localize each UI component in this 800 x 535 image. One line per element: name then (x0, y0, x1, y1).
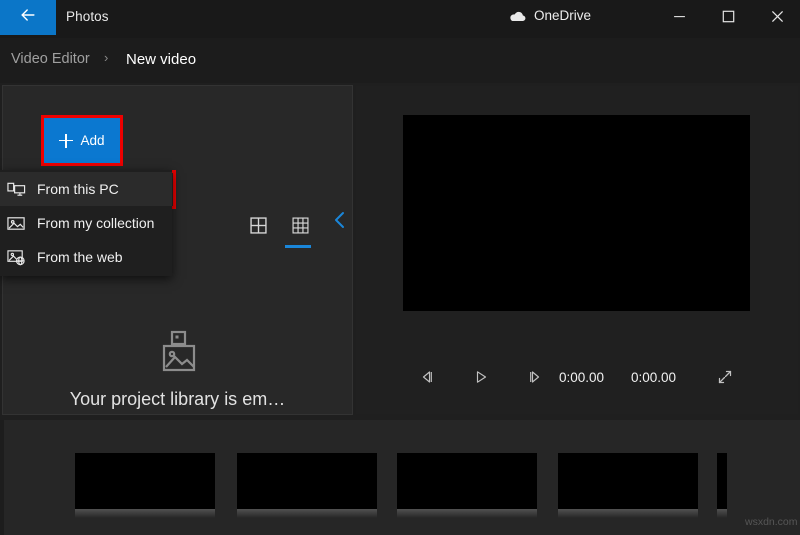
plus-icon (59, 134, 73, 148)
back-button[interactable] (0, 0, 56, 35)
breadcrumb-video-editor[interactable]: Video Editor (11, 51, 90, 67)
maximize-button[interactable] (705, 0, 751, 38)
breadcrumb-separator: › (104, 50, 108, 65)
menu-item-from-my-collection[interactable]: From my collection (0, 206, 172, 240)
menu-item-from-the-web[interactable]: From the web (0, 240, 172, 274)
storyboard-clip-shadow (75, 509, 215, 518)
storyboard-clip[interactable] (75, 453, 215, 509)
collapse-panel-button[interactable] (330, 210, 350, 234)
title-bar: Photos OneDrive (0, 0, 800, 38)
close-button[interactable] (754, 0, 800, 38)
maximize-icon (722, 10, 735, 28)
add-button[interactable]: Add (44, 118, 120, 163)
storyboard-clip[interactable] (558, 453, 698, 509)
next-frame-button[interactable] (520, 364, 550, 394)
storyboard-clip-shadow (397, 509, 537, 518)
minimize-icon (673, 10, 686, 28)
view-toggle-large-grid[interactable] (245, 215, 271, 241)
close-icon (771, 10, 784, 28)
menu-item-label: From my collection (37, 215, 154, 231)
video-preview-pane: 0:00.00 0:00.00 (356, 86, 798, 414)
play-icon (473, 369, 489, 390)
total-time-label: 0:00.00 (631, 370, 676, 385)
storyboard-timeline[interactable] (0, 420, 800, 535)
watermark: wsxdn.com (745, 516, 798, 528)
fullscreen-icon (717, 369, 733, 390)
storyboard-clip-shadow (558, 509, 698, 518)
storyboard-left-edge (0, 420, 4, 535)
add-button-label: Add (80, 133, 104, 148)
menu-item-label: From the web (37, 249, 123, 265)
menu-item-from-this-pc[interactable]: From this PC (0, 172, 172, 206)
arrow-left-icon (18, 5, 38, 30)
menu-item-label: From this PC (37, 181, 119, 197)
storyboard-clip[interactable] (717, 453, 727, 509)
photos-video-editor-window: Photos OneDrive (0, 0, 800, 535)
storyboard-clip[interactable] (397, 453, 537, 509)
cloud-icon (508, 9, 527, 22)
current-time-label: 0:00.00 (559, 370, 604, 385)
video-preview-surface[interactable] (403, 115, 750, 311)
storyboard-clip-shadow (717, 509, 727, 518)
onedrive-label: OneDrive (534, 8, 591, 23)
grid-small-icon (292, 217, 309, 239)
app-title: Photos (66, 9, 109, 24)
photo-icon (6, 213, 26, 233)
storyboard-clip-shadow (237, 509, 377, 518)
onedrive-status[interactable]: OneDrive (508, 8, 591, 23)
previous-frame-icon (419, 369, 435, 390)
minimize-button[interactable] (656, 0, 702, 38)
photo-globe-icon (6, 247, 26, 267)
storyboard-clip[interactable] (237, 453, 377, 509)
playback-controls: 0:00.00 0:00.00 (356, 364, 798, 394)
view-toggle-small-grid[interactable] (287, 215, 313, 241)
next-frame-icon (527, 369, 543, 390)
add-source-menu: From this PC From my collection (0, 170, 172, 276)
chevron-left-icon (333, 211, 347, 234)
fullscreen-button[interactable] (710, 364, 740, 394)
command-bar: Video Editor › New video (0, 38, 800, 83)
breadcrumb-new-video[interactable]: New video (126, 51, 196, 68)
previous-frame-button[interactable] (412, 364, 442, 394)
photo-video-placeholder-icon (158, 329, 204, 375)
grid-large-icon (250, 217, 267, 239)
view-toggle-active-underline (285, 245, 311, 248)
play-button[interactable] (466, 364, 496, 394)
monitor-pc-icon (6, 179, 26, 199)
empty-library-title: Your project library is em… (3, 389, 352, 410)
